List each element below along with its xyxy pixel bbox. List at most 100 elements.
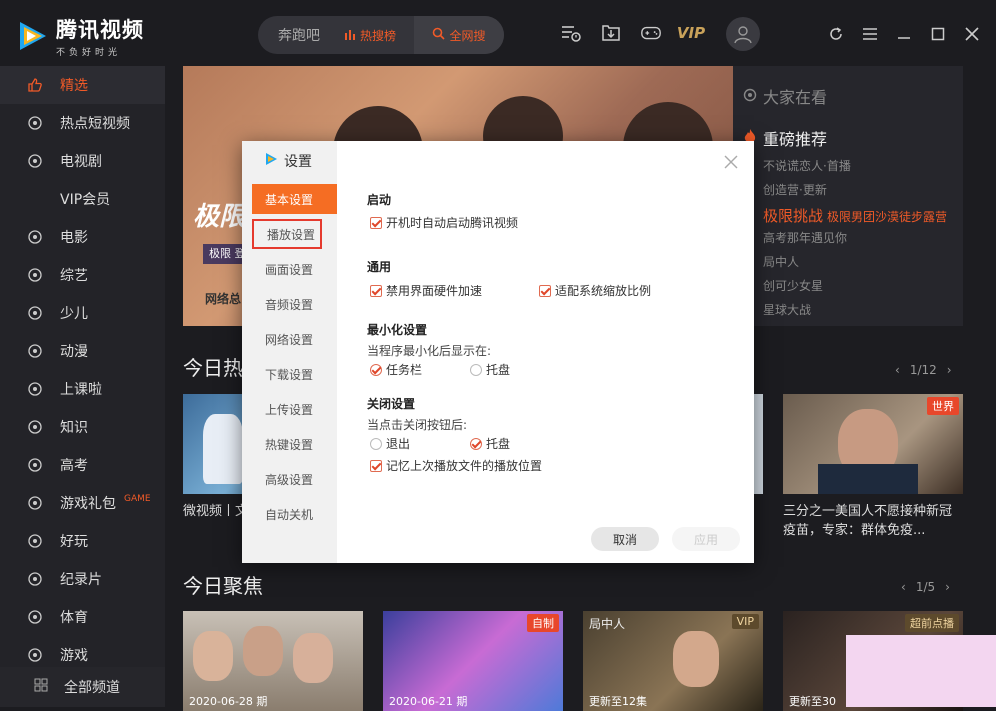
recommend-item[interactable]: 极限挑战 极限男团沙漠徒步露营 <box>733 205 963 225</box>
settings-nav-item-4[interactable]: 网络设置 <box>252 324 337 354</box>
focus-card-1[interactable]: 2020-06-28 期 <box>183 611 363 711</box>
sidebar-item-2[interactable]: 电视剧 <box>0 142 165 180</box>
sidebar-item-8[interactable]: 上课啦 <box>0 370 165 408</box>
minimize-icon[interactable] <box>894 24 914 44</box>
focus-card-2[interactable]: 自制 2020-06-21 期 <box>383 611 563 711</box>
sidebar-item-4[interactable]: 电影 <box>0 218 165 256</box>
focus-card-4-badge: 超前点播 <box>905 614 959 632</box>
focus-card-2-badge: 自制 <box>527 614 559 632</box>
system-scaling-checkbox[interactable]: 适配系统缩放比例 <box>539 282 651 299</box>
system-scaling-label: 适配系统缩放比例 <box>555 284 652 298</box>
gamepad-icon <box>26 494 44 512</box>
close-exit-label: 退出 <box>386 437 411 451</box>
joystick-icon <box>26 532 44 550</box>
recommend-item-title: 极限挑战 <box>763 207 824 225</box>
dialog-close-icon[interactable] <box>724 155 740 171</box>
settings-nav-item-2[interactable]: 画面设置 <box>252 254 337 284</box>
gamepad-icon[interactable] <box>640 22 662 44</box>
sidebar-item-0[interactable]: 精选 <box>0 66 165 104</box>
focus-card-3-badge: VIP <box>731 614 759 629</box>
all-channels-button[interactable]: 全部频道 <box>0 667 165 707</box>
focus-card-3[interactable]: 局中人 VIP 更新至12集 <box>583 611 763 711</box>
sidebar-item-9[interactable]: 知识 <box>0 408 165 446</box>
radio-selected-icon <box>470 437 482 450</box>
minimize-tray-radio[interactable]: 托盘 <box>470 361 510 378</box>
bear-icon <box>26 342 44 360</box>
minimize-taskbar-radio[interactable]: 任务栏 <box>370 361 422 378</box>
settings-nav-item-7[interactable]: 热键设置 <box>252 429 337 459</box>
next-page-icon[interactable]: › <box>947 363 952 377</box>
apply-button[interactable]: 应用 <box>672 527 740 551</box>
sidebar-item-1[interactable]: 热点短视频 <box>0 104 165 142</box>
sidebar-item-label: 综艺 <box>60 268 88 284</box>
app-name: 腾讯视频 <box>56 18 144 42</box>
settings-nav-item-0[interactable]: 基本设置 <box>252 184 337 214</box>
hot-card-2-badge: 世界 <box>927 397 959 415</box>
tencent-video-logo-icon <box>264 152 278 170</box>
sidebar-item-11[interactable]: 游戏礼包 GAME <box>0 484 165 522</box>
remember-position-checkbox[interactable]: 记忆上次播放文件的播放位置 <box>370 457 542 474</box>
sidebar-item-6[interactable]: 少儿 <box>0 294 165 332</box>
general-group-title: 通用 <box>367 260 392 274</box>
search-hot-term[interactable]: 奔跑吧 <box>278 25 328 45</box>
sidebar-item-12[interactable]: 好玩 <box>0 522 165 560</box>
maximize-icon[interactable] <box>928 24 948 44</box>
minimize-desc: 当程序最小化后显示在: <box>367 344 492 358</box>
trending-button[interactable]: 热搜榜 <box>344 27 396 44</box>
settings-nav-item-5[interactable]: 下载设置 <box>252 359 337 389</box>
autostart-checkbox[interactable]: 开机时自动启动腾讯视频 <box>370 214 518 231</box>
recommend-item-subtitle: 极限男团沙漠徒步露营 <box>827 210 948 224</box>
watching-header[interactable]: 大家在看 <box>733 66 963 108</box>
radio-selected-icon <box>370 363 382 376</box>
close-icon[interactable] <box>962 24 982 44</box>
sidebar-item-3[interactable]: VIP会员 <box>0 180 165 218</box>
settings-nav-item-1[interactable]: 播放设置 <box>252 219 322 249</box>
recommend-item-title: 创可少女星 <box>763 279 824 293</box>
user-avatar[interactable] <box>726 17 760 51</box>
cancel-button[interactable]: 取消 <box>591 527 659 551</box>
sidebar-item-label: 体育 <box>60 610 88 626</box>
sidebar-item-label: 少儿 <box>60 306 88 322</box>
film-reel-icon <box>26 228 44 246</box>
recommend-item[interactable]: 不说谎恋人·首播 <box>733 157 963 174</box>
history-list-icon[interactable] <box>560 22 582 44</box>
sidebar-item-label: VIP会员 <box>60 192 111 208</box>
refresh-icon[interactable] <box>826 24 846 44</box>
recommend-item[interactable]: 局中人 <box>733 253 963 270</box>
sidebar-item-13[interactable]: 纪录片 <box>0 560 165 598</box>
recommend-item-title: 不说谎恋人·首播 <box>763 159 851 173</box>
disable-hw-accel-checkbox[interactable]: 禁用界面硬件加速 <box>370 282 482 299</box>
focus-pager: ‹ 1/5 › <box>901 580 950 594</box>
search-box[interactable]: 奔跑吧 热搜榜 全网搜 <box>258 16 504 54</box>
close-exit-radio[interactable]: 退出 <box>370 435 410 452</box>
recommend-item[interactable]: 星球大战 <box>733 301 963 318</box>
sidebar-item-label: 电视剧 <box>60 154 102 170</box>
recommend-item-title: 创造营·更新 <box>763 183 827 197</box>
sidebar-item-label: 电影 <box>60 230 88 246</box>
search-all-button[interactable]: 全网搜 <box>414 16 504 54</box>
recommend-item[interactable]: 创造营·更新 <box>733 181 963 198</box>
recommend-item[interactable]: 高考那年遇见你 <box>733 229 963 246</box>
close-tray-radio[interactable]: 托盘 <box>470 435 510 452</box>
window-controls <box>826 24 982 44</box>
settings-nav-item-6[interactable]: 上传设置 <box>252 394 337 424</box>
menu-icon[interactable] <box>860 24 880 44</box>
sidebar-item-7[interactable]: 动漫 <box>0 332 165 370</box>
sidebar-item-14[interactable]: 体育 <box>0 598 165 636</box>
next-page-icon[interactable]: › <box>945 580 950 594</box>
hot-card-2[interactable]: 世界 三分之一美国人不愿接种新冠疫苗，专家：群体免疫... <box>783 394 963 540</box>
sidebar-item-10[interactable]: 高考 <box>0 446 165 484</box>
recommend-header[interactable]: 重磅推荐 <box>733 108 963 150</box>
prev-page-icon[interactable]: ‹ <box>895 363 900 377</box>
sidebar-item-label: 动漫 <box>60 344 88 360</box>
prev-page-icon[interactable]: ‹ <box>901 580 906 594</box>
checkbox-checked-icon <box>370 459 382 472</box>
settings-nav-item-8[interactable]: 高级设置 <box>252 464 337 494</box>
app-logo[interactable]: 腾讯视频 不负好时光 <box>14 14 144 58</box>
vip-button[interactable]: VIP <box>677 22 705 44</box>
settings-nav-item-3[interactable]: 音频设置 <box>252 289 337 319</box>
settings-nav-item-9[interactable]: 自动关机 <box>252 499 337 529</box>
download-icon[interactable] <box>600 22 622 44</box>
recommend-item[interactable]: 创可少女星 <box>733 277 963 294</box>
sidebar-item-5[interactable]: 综艺 <box>0 256 165 294</box>
